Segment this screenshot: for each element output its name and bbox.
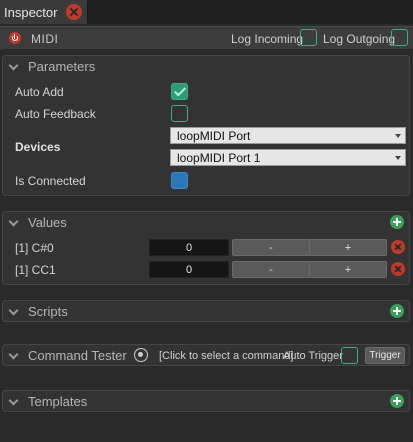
log-incoming-checkbox[interactable] [300,29,317,46]
log-outgoing-checkbox[interactable] [391,29,408,46]
value-input[interactable]: 0 [149,261,229,278]
command-selector[interactable]: [Click to select a command] [159,350,294,362]
auto-add-checkbox[interactable] [171,83,188,100]
tab-bar: Inspector [0,0,413,24]
parameters-header[interactable]: Parameters [3,56,409,76]
device-out-select[interactable]: loopMIDI Port 1 [170,149,406,166]
templates-panel: Templates [2,390,410,412]
increment-button[interactable]: + [309,261,387,278]
scripts-title: Scripts [28,304,68,319]
value-input[interactable]: 0 [149,239,229,256]
auto-add-label: Auto Add [15,85,64,99]
decrement-button[interactable]: - [232,239,310,256]
is-connected-label: Is Connected [15,174,86,188]
close-icon[interactable] [66,4,82,20]
command-tester-title: Command Tester [28,348,127,363]
auto-feedback-checkbox[interactable] [171,105,188,122]
is-connected-indicator [171,172,188,189]
decrement-button[interactable]: - [232,261,310,278]
tab-inspector[interactable]: Inspector [0,0,88,24]
values-header[interactable]: Values [3,212,409,232]
value-row-label: [1] C#0 [15,241,54,255]
log-outgoing-label: Log Outgoing [323,32,396,46]
auto-feedback-label: Auto Feedback [15,107,96,121]
scripts-header[interactable]: Scripts [3,301,409,321]
increment-button[interactable]: + [309,239,387,256]
parameters-panel: Parameters Auto Add Auto Feedback Device… [2,55,410,196]
power-icon[interactable] [9,32,21,44]
module-header: MIDI Log Incoming Log Outgoing [0,26,413,49]
device-in-value: loopMIDI Port [177,129,251,143]
values-title: Values [28,215,67,230]
target-icon[interactable] [134,348,148,362]
remove-icon[interactable] [391,262,405,276]
dropdown-arrow-icon [395,134,401,138]
device-out-value: loopMIDI Port 1 [177,151,261,165]
templates-title: Templates [28,394,88,409]
chevron-down-icon[interactable] [8,349,19,360]
device-in-select[interactable]: loopMIDI Port [170,127,406,144]
templates-header[interactable]: Templates [3,391,409,411]
chevron-down-icon[interactable] [8,395,19,406]
dropdown-arrow-icon [395,156,401,160]
values-panel: Values [1] C#0 0 - + [1] CC1 0 - + [2,211,410,285]
command-tester-panel: Command Tester [Click to select a comman… [2,344,410,366]
add-script-icon[interactable] [390,304,404,318]
add-template-icon[interactable] [390,394,404,408]
auto-trigger-checkbox[interactable] [341,347,358,364]
devices-label: Devices [15,140,61,154]
tab-inspector-label: Inspector [4,5,58,20]
module-title: MIDI [31,32,59,46]
chevron-down-icon[interactable] [8,305,19,316]
parameters-title: Parameters [28,59,96,74]
add-value-icon[interactable] [390,215,404,229]
log-incoming-label: Log Incoming [231,32,304,46]
scripts-panel: Scripts [2,300,410,322]
value-row-label: [1] CC1 [15,263,56,277]
trigger-button[interactable]: Trigger [365,347,405,364]
remove-icon[interactable] [391,240,405,254]
auto-trigger-label: Auto Trigger [283,350,343,362]
chevron-down-icon[interactable] [8,60,19,71]
chevron-down-icon[interactable] [8,216,19,227]
